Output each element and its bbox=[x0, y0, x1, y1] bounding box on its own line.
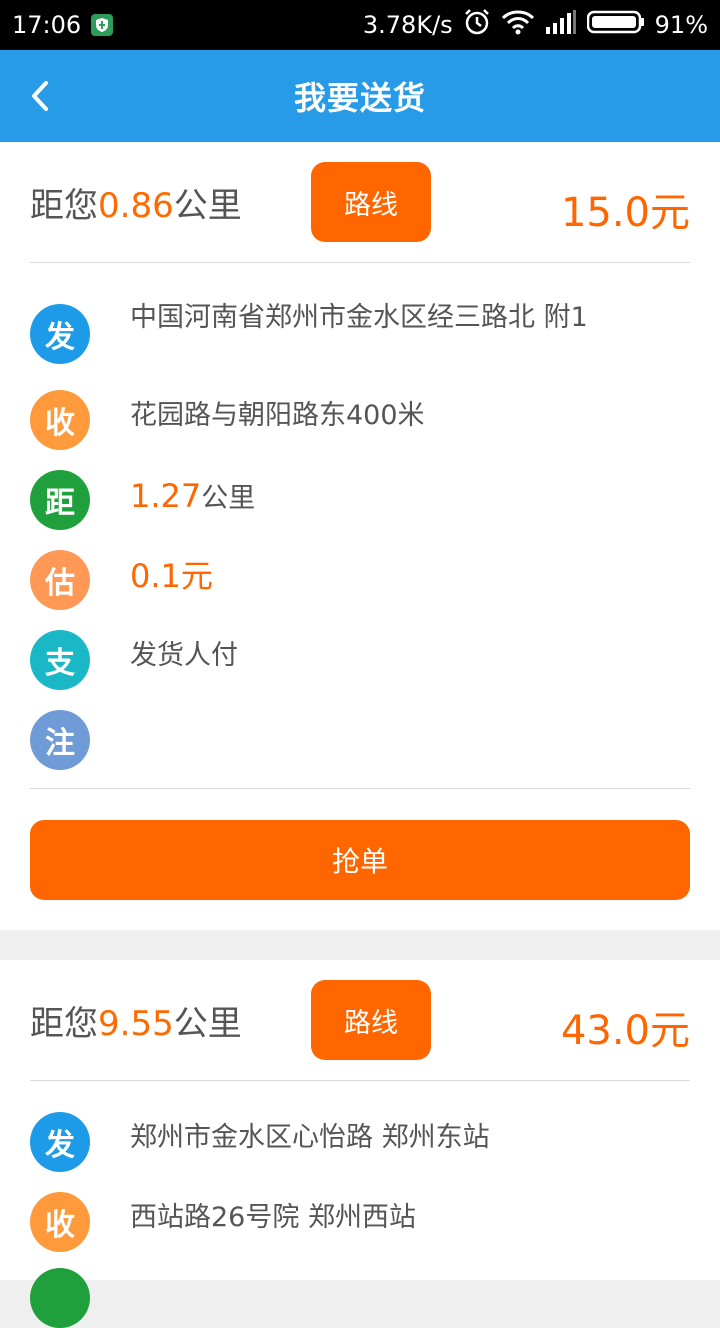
route-button[interactable]: 路线 bbox=[311, 162, 431, 242]
distance-to-you: 距您0.86公里 bbox=[30, 178, 242, 227]
signal-icon bbox=[545, 9, 577, 41]
back-button[interactable] bbox=[10, 66, 70, 126]
receive-address: 西站路26号院 郑州西站 bbox=[130, 1202, 416, 1233]
estimate-value: 0.1元 bbox=[130, 557, 213, 595]
estimate-text: 0.1元 bbox=[130, 558, 690, 597]
payment-text: 发货人付 bbox=[130, 640, 238, 671]
divider bbox=[30, 1080, 690, 1081]
status-bar: 17:06 3.78K/s 91% bbox=[0, 0, 720, 50]
order-card: 距您0.86公里 路线 15.0元 发 中国河南省郑州市金水区经三路北 附1 收… bbox=[0, 142, 720, 930]
clock: 17:06 bbox=[12, 11, 82, 39]
distance-unit: 公里 bbox=[173, 1004, 242, 1044]
pay-badge: 支 bbox=[30, 630, 90, 690]
distance-value: 0.86 bbox=[98, 186, 174, 226]
note-badge: 注 bbox=[30, 710, 90, 770]
route-button[interactable]: 路线 bbox=[311, 980, 431, 1060]
receive-badge: 收 bbox=[30, 1192, 90, 1252]
receive-badge: 收 bbox=[30, 390, 90, 450]
send-badge: 发 bbox=[30, 1112, 90, 1172]
estimate-badge: 估 bbox=[30, 550, 90, 610]
status-right: 3.78K/s 91% bbox=[363, 8, 708, 42]
order-price: 43.0元 bbox=[560, 1008, 690, 1054]
send-address: 郑州市金水区心怡路 郑州东站 bbox=[130, 1122, 490, 1153]
order-card: 距您9.55公里 路线 43.0元 发 郑州市金水区心怡路 郑州东站 收 西站路… bbox=[0, 960, 720, 1328]
receive-address: 花园路与朝阳路东400米 bbox=[130, 400, 425, 431]
alarm-icon bbox=[463, 8, 491, 42]
distance-badge: 距 bbox=[30, 470, 90, 530]
divider bbox=[30, 262, 690, 263]
divider bbox=[30, 788, 690, 789]
trip-distance: 1.27公里 bbox=[130, 478, 690, 517]
battery-percent: 91% bbox=[654, 11, 708, 39]
distance-to-you: 距您9.55公里 bbox=[30, 996, 242, 1045]
send-address: 中国河南省郑州市金水区经三路北 附1 bbox=[130, 302, 588, 333]
distance-prefix: 距您 bbox=[30, 186, 98, 226]
distance-unit: 公里 bbox=[173, 186, 242, 226]
trip-distance-value: 1.27 bbox=[130, 477, 202, 515]
network-speed: 3.78K/s bbox=[362, 11, 453, 39]
distance-badge bbox=[30, 1268, 90, 1328]
distance-prefix: 距您 bbox=[30, 1004, 98, 1044]
status-left: 17:06 bbox=[12, 11, 114, 39]
wifi-icon bbox=[501, 9, 535, 41]
page-title: 我要送货 bbox=[293, 79, 426, 117]
app-bar: 我要送货 bbox=[0, 50, 720, 142]
battery-icon bbox=[586, 9, 645, 41]
grab-order-button[interactable]: 抢单 bbox=[30, 820, 690, 900]
send-badge: 发 bbox=[30, 304, 90, 364]
order-price: 15.0元 bbox=[560, 190, 690, 236]
chevron-left-icon bbox=[32, 81, 48, 111]
trip-distance-unit: 公里 bbox=[201, 483, 256, 514]
shield-icon bbox=[91, 14, 114, 36]
distance-value: 9.55 bbox=[98, 1004, 174, 1044]
